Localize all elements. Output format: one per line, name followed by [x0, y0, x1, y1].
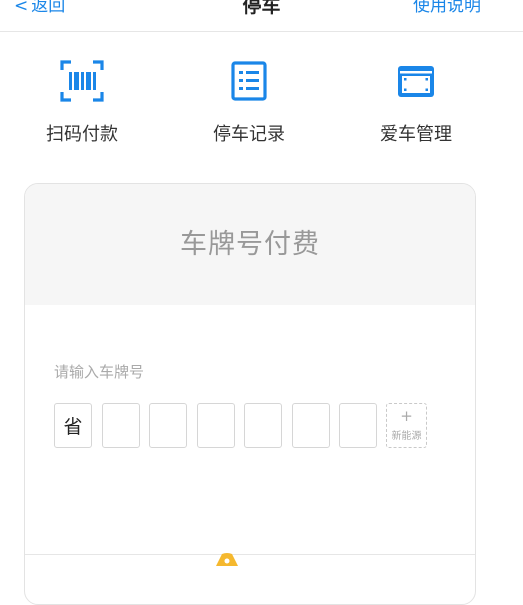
card-header: 车牌号付费 — [25, 184, 475, 305]
plus-icon: + — [400, 407, 413, 425]
car-management-label: 爱车管理 — [380, 124, 452, 145]
plate-char-input[interactable] — [102, 403, 140, 448]
record-list-icon — [231, 61, 267, 101]
badge-icon — [216, 553, 238, 566]
plate-char-input[interactable] — [339, 403, 377, 448]
car-card-icon — [398, 66, 434, 97]
card-divider — [25, 554, 475, 555]
plate-input-hint: 请输入车牌号 — [54, 363, 145, 381]
plate-char-input[interactable] — [244, 403, 282, 448]
new-energy-label: 新能源 — [391, 431, 422, 442]
scan-pay-label: 扫码付款 — [46, 124, 118, 145]
parking-records-label: 停车记录 — [213, 124, 285, 145]
car-management-button[interactable]: 爱车管理 — [361, 58, 471, 146]
plate-char-input[interactable] — [292, 403, 330, 448]
help-link[interactable]: 使用说明 — [413, 0, 481, 16]
nav-divider — [0, 31, 523, 32]
nav-bar: < 返回 停车 使用说明 — [0, 0, 523, 32]
plate-payment-card: 车牌号付费 请输入车牌号 省 + 新能源 — [24, 183, 476, 605]
barcode-scan-icon — [60, 60, 104, 102]
scan-pay-button[interactable]: 扫码付款 — [27, 58, 137, 146]
province-selector[interactable]: 省 — [54, 403, 92, 448]
card-title: 车牌号付费 — [180, 229, 320, 260]
plate-char-input[interactable] — [197, 403, 235, 448]
parking-records-button[interactable]: 停车记录 — [194, 58, 304, 146]
new-energy-slot[interactable]: + 新能源 — [386, 403, 427, 448]
plate-char-input[interactable] — [149, 403, 187, 448]
